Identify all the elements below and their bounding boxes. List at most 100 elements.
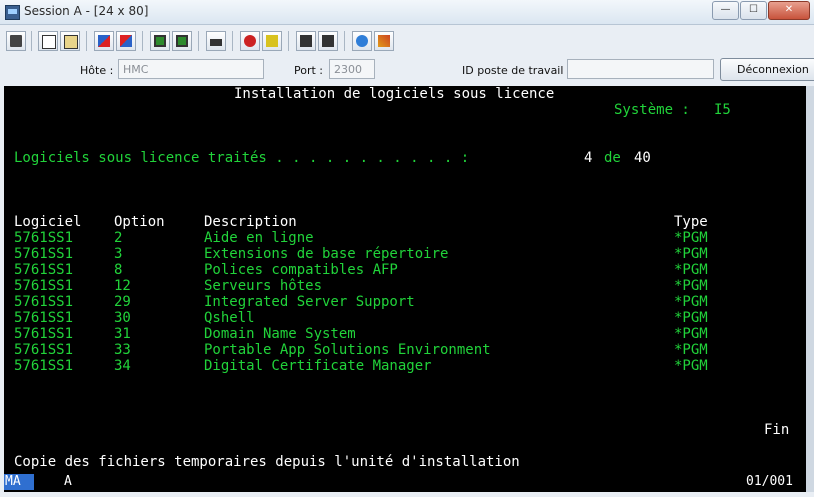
row-description: Serveurs hôtes <box>204 278 323 294</box>
paste-button[interactable] <box>60 31 80 51</box>
receive-file-button[interactable] <box>116 31 136 51</box>
column-header-option: Option <box>114 214 165 230</box>
row-description: Extensions de base répertoire <box>204 246 449 262</box>
support-button[interactable] <box>374 31 394 51</box>
print-icon <box>10 35 22 47</box>
paste-icon <box>64 35 78 49</box>
receive-file-icon <box>120 35 132 47</box>
display-setup-button[interactable] <box>172 31 192 51</box>
record-macro-button[interactable] <box>240 31 260 51</box>
globe-icon <box>356 35 368 47</box>
row-type: *PGM <box>674 358 708 374</box>
screen-title: Installation de logiciels sous licence <box>234 86 555 102</box>
system-label: Système : <box>614 102 690 118</box>
minimize-button[interactable]: — <box>712 1 739 20</box>
row-description: Portable App Solutions Environment <box>204 342 491 358</box>
send-file-button[interactable] <box>94 31 114 51</box>
copy-button[interactable] <box>38 31 58 51</box>
row-logiciel: 5761SS1 <box>14 326 74 342</box>
display-button[interactable] <box>150 31 170 51</box>
host-input[interactable]: HMC <box>118 59 264 79</box>
row-option: 3 <box>114 246 123 262</box>
toolbar <box>0 27 814 55</box>
row-logiciel: 5761SS1 <box>14 230 74 246</box>
macro-menu-button[interactable] <box>318 31 338 51</box>
print-screen-button[interactable] <box>6 31 26 51</box>
play-macro-icon <box>300 35 312 47</box>
row-option: 8 <box>114 262 123 278</box>
web-button[interactable] <box>352 31 372 51</box>
host-label: Hôte : <box>80 64 114 77</box>
maximize-button[interactable]: ☐ <box>740 1 767 20</box>
processed-of: de <box>604 150 621 166</box>
row-type: *PGM <box>674 246 708 262</box>
row-description: Integrated Server Support <box>204 294 415 310</box>
monitor-settings-icon <box>176 35 188 47</box>
row-option: 12 <box>114 278 131 294</box>
row-logiciel: 5761SS1 <box>14 294 74 310</box>
send-file-icon <box>98 35 110 47</box>
row-description: Qshell <box>204 310 255 326</box>
processed-total: 40 <box>634 150 651 166</box>
row-logiciel: 5761SS1 <box>14 262 74 278</box>
keyboard-icon <box>210 39 222 46</box>
column-header-description: Description <box>204 214 297 230</box>
terminal-app-icon <box>5 5 20 20</box>
port-label: Port : <box>294 64 324 77</box>
row-description: Digital Certificate Manager <box>204 358 432 374</box>
row-type: *PGM <box>674 342 708 358</box>
stop-macro-button[interactable] <box>262 31 282 51</box>
macro-menu-icon <box>322 35 334 47</box>
system-value: I5 <box>714 102 731 118</box>
row-type: *PGM <box>674 326 708 342</box>
column-header-logiciel: Logiciel <box>14 214 82 230</box>
window-edge <box>806 86 814 492</box>
window-title: Session A - [24 x 80] <box>24 4 149 18</box>
port-input[interactable]: 2300 <box>329 59 375 79</box>
stop-macro-icon <box>266 35 278 47</box>
row-logiciel: 5761SS1 <box>14 358 74 374</box>
row-description: Domain Name System <box>204 326 356 342</box>
terminal-screen[interactable]: Installation de logiciels sous licence S… <box>4 86 806 476</box>
workstation-id-label: ID poste de travail : <box>462 64 571 77</box>
row-option: 2 <box>114 230 123 246</box>
row-option: 33 <box>114 342 131 358</box>
tools-icon <box>378 35 390 47</box>
session-indicator: A <box>64 474 72 489</box>
row-type: *PGM <box>674 310 708 326</box>
disconnect-button[interactable]: Déconnexion <box>720 58 814 81</box>
row-logiciel: 5761SS1 <box>14 310 74 326</box>
emulator-window: Session A - [24 x 80] — ☐ ✕ Hôte : HMC P… <box>0 0 814 497</box>
status-message: Copie des fichiers temporaires depuis l'… <box>14 454 520 470</box>
row-option: 31 <box>114 326 131 342</box>
row-option: 30 <box>114 310 131 326</box>
row-type: *PGM <box>674 262 708 278</box>
copy-icon <box>42 35 56 49</box>
play-macro-button[interactable] <box>296 31 316 51</box>
column-header-type: Type <box>674 214 708 230</box>
row-description: Aide en ligne <box>204 230 314 246</box>
operator-info-area: MA A 01/001 <box>4 474 806 492</box>
title-bar[interactable]: Session A - [24 x 80] — ☐ ✕ <box>0 0 814 25</box>
record-macro-icon <box>244 35 256 47</box>
window-controls: — ☐ ✕ <box>711 1 810 20</box>
end-indicator: Fin <box>764 422 790 438</box>
row-description: Polices compatibles AFP <box>204 262 398 278</box>
keyboard-button[interactable] <box>206 31 226 51</box>
close-button[interactable]: ✕ <box>768 1 810 20</box>
row-logiciel: 5761SS1 <box>14 246 74 262</box>
row-type: *PGM <box>674 278 708 294</box>
row-logiciel: 5761SS1 <box>14 342 74 358</box>
processed-label: Logiciels sous licence traités . . . . .… <box>14 150 470 166</box>
mode-indicator: MA <box>4 474 34 490</box>
workstation-id-input[interactable] <box>567 59 714 79</box>
row-option: 34 <box>114 358 131 374</box>
row-logiciel: 5761SS1 <box>14 278 74 294</box>
row-type: *PGM <box>674 230 708 246</box>
monitor-icon <box>154 35 166 47</box>
row-option: 29 <box>114 294 131 310</box>
connection-fields: Hôte : HMC Port : 2300 ID poste de trava… <box>0 57 814 85</box>
row-type: *PGM <box>674 294 708 310</box>
cursor-position: 01/001 <box>746 474 793 489</box>
processed-current: 4 <box>584 150 593 166</box>
